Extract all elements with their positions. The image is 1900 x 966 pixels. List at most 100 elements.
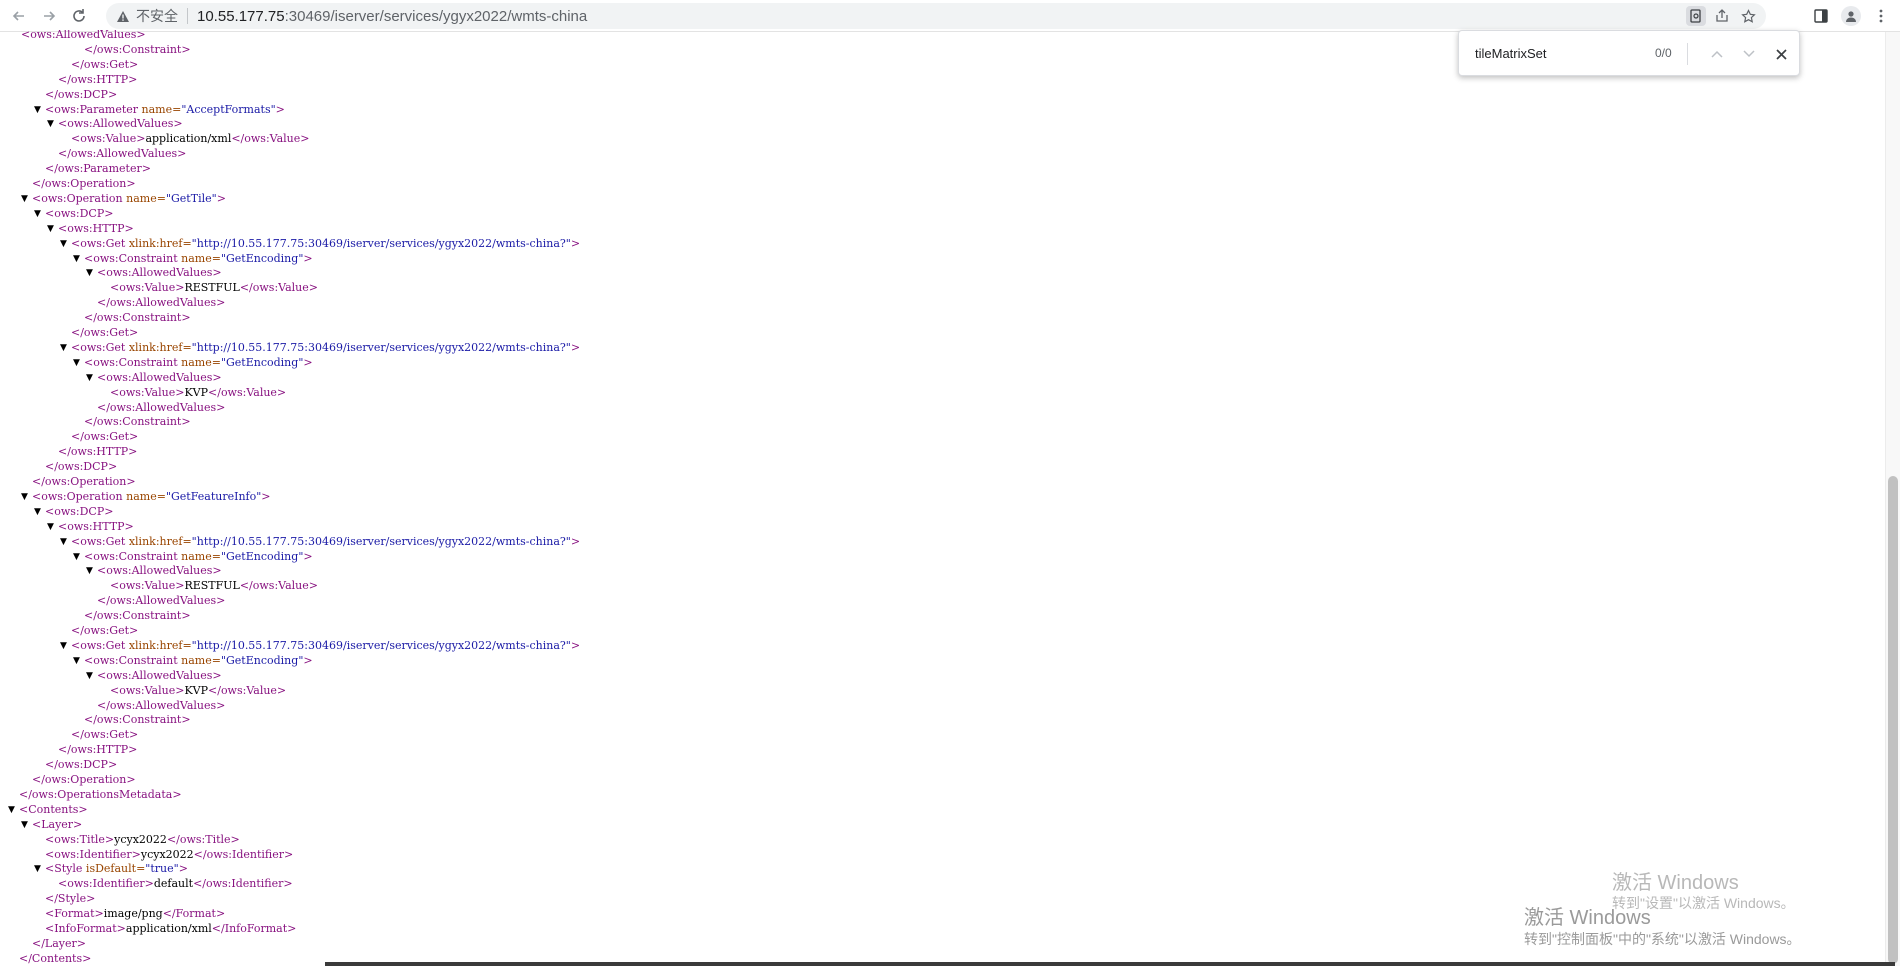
collapse-toggle-icon[interactable]: ▼ bbox=[21, 490, 28, 505]
xml-token: </ows:HTTP> bbox=[58, 445, 138, 459]
collapse-toggle-icon[interactable]: ▼ bbox=[34, 505, 41, 520]
xml-line: <ows:Constraint name="GetEncoding"> bbox=[84, 252, 313, 267]
watermark-title-1: 激活 Windows bbox=[1612, 872, 1739, 894]
collapse-toggle-icon[interactable]: ▼ bbox=[86, 669, 93, 684]
xml-line: <ows:Get xlink:href="http://10.55.177.75… bbox=[71, 341, 580, 356]
browser-toolbar: 不安全 10.55.177.75:30469/iserver/services/… bbox=[0, 0, 1900, 32]
collapse-toggle-icon[interactable]: ▼ bbox=[86, 266, 93, 281]
xml-line: <ows:Operation name="GetTile"> bbox=[32, 192, 226, 207]
xml-token: </ows:Title> bbox=[166, 832, 240, 846]
collapse-toggle-icon[interactable]: ▼ bbox=[86, 564, 93, 579]
xml-line: <ows:HTTP> bbox=[58, 222, 134, 237]
collapse-toggle-icon[interactable]: ▼ bbox=[73, 356, 80, 371]
xml-line: </ows:Get> bbox=[71, 624, 138, 639]
xml-line: <ows:Value>application/xml</ows:Value> bbox=[71, 132, 309, 147]
xml-token: > bbox=[275, 102, 285, 116]
xml-document-tree: <ows:AllowedValues> </ows:Constraint> </ow… bbox=[0, 30, 1880, 966]
address-bar[interactable]: 不安全 10.55.177.75:30469/iserver/services/… bbox=[106, 3, 1766, 29]
url-host: 10.55.177.75 bbox=[197, 7, 285, 25]
xml-line: </ows:Get> bbox=[71, 430, 138, 445]
collapse-toggle-icon[interactable]: ▼ bbox=[47, 117, 54, 132]
xml-line: <ows:Constraint name="GetEncoding"> bbox=[84, 356, 313, 371]
collapse-toggle-icon[interactable]: ▼ bbox=[21, 818, 28, 833]
xml-line: </ows:Operation> bbox=[32, 475, 136, 490]
xml-token: > bbox=[570, 534, 581, 548]
xml-line: </ows:Parameter> bbox=[45, 162, 151, 177]
xml-token: <ows:AllowedValues> bbox=[58, 117, 183, 131]
find-input[interactable]: tileMatrixSet bbox=[1475, 46, 1635, 61]
scrollbar-thumb[interactable] bbox=[1888, 476, 1898, 964]
forward-button[interactable] bbox=[38, 5, 60, 27]
xml-token: > bbox=[261, 489, 271, 503]
collapse-toggle-icon[interactable]: ▼ bbox=[47, 520, 54, 535]
xml-line: </ows:Constraint> bbox=[84, 415, 191, 430]
profile-avatar[interactable] bbox=[1840, 5, 1862, 27]
xml-line: <ows:DCP> bbox=[45, 505, 113, 520]
bookmark-star-icon[interactable] bbox=[1738, 6, 1758, 26]
xml-token: name= bbox=[181, 549, 221, 563]
collapse-toggle-icon[interactable]: ▼ bbox=[60, 639, 67, 654]
xml-token: <ows:DCP> bbox=[45, 206, 114, 220]
xml-token: <ows:Constraint bbox=[84, 549, 182, 563]
xml-token: <ows:Constraint bbox=[84, 355, 182, 369]
xml-line: </ows:HTTP> bbox=[58, 445, 137, 460]
share-icon[interactable] bbox=[1712, 6, 1732, 26]
xml-line: <ows:Get xlink:href="http://10.55.177.75… bbox=[71, 237, 580, 252]
xml-line: </ows:Get> bbox=[71, 58, 138, 73]
xml-token: "GetEncoding" bbox=[220, 549, 304, 563]
xml-token: </ows:Identifier> bbox=[193, 847, 294, 861]
collapse-toggle-icon[interactable]: ▼ bbox=[34, 207, 41, 222]
xml-line: <ows:AllowedValues> bbox=[97, 564, 222, 579]
find-close-button[interactable] bbox=[1771, 44, 1791, 64]
xml-token: ycyx2022 bbox=[140, 847, 194, 861]
back-button[interactable] bbox=[8, 5, 30, 27]
xml-token: name= bbox=[126, 191, 166, 205]
collapse-toggle-icon[interactable]: ▼ bbox=[60, 341, 67, 356]
find-in-page-icon[interactable] bbox=[1686, 6, 1706, 26]
collapse-toggle-icon[interactable]: ▼ bbox=[34, 103, 41, 118]
xml-token: <ows:HTTP> bbox=[58, 221, 134, 235]
xml-token: </ows:Constraint> bbox=[84, 42, 191, 56]
find-previous-button[interactable] bbox=[1707, 44, 1727, 64]
collapse-toggle-icon[interactable]: ▼ bbox=[60, 535, 67, 550]
avatar-icon bbox=[1841, 6, 1861, 26]
xml-line: </Style> bbox=[45, 892, 95, 907]
xml-line: <ows:Constraint name="GetEncoding"> bbox=[84, 654, 313, 669]
xml-line: </Layer> bbox=[32, 937, 86, 952]
xml-token: </ows:Operation> bbox=[32, 475, 136, 488]
horizontal-scrollbar[interactable] bbox=[325, 962, 1895, 966]
menu-kebab-icon[interactable] bbox=[1870, 5, 1892, 27]
forward-arrow-icon bbox=[44, 10, 56, 21]
collapse-toggle-icon[interactable]: ▼ bbox=[34, 862, 41, 877]
xml-token: </ows:AllowedValues> bbox=[97, 594, 226, 608]
url-text[interactable]: 10.55.177.75:30469/iserver/services/ygyx… bbox=[197, 8, 587, 25]
xml-line: <ows:Title>ycyx2022</ows:Title> bbox=[45, 833, 240, 848]
xml-line: <ows:Value>KVP</ows:Value> bbox=[110, 684, 286, 699]
find-next-button[interactable] bbox=[1739, 44, 1759, 64]
find-match-count: 0/0 bbox=[1655, 46, 1672, 60]
collapse-toggle-icon[interactable]: ▼ bbox=[47, 222, 54, 237]
collapse-toggle-icon[interactable]: ▼ bbox=[21, 192, 28, 207]
xml-line: <ows:AllowedValues> bbox=[97, 371, 222, 386]
xml-line: <ows:AllowedValues> bbox=[97, 669, 222, 684]
xml-line: </ows:AllowedValues> bbox=[97, 401, 225, 416]
collapse-toggle-icon[interactable]: ▼ bbox=[86, 371, 93, 386]
reload-button[interactable] bbox=[68, 5, 90, 27]
xml-token: </ows:Value> bbox=[239, 579, 318, 593]
xml-line: <ows:AllowedValues> bbox=[97, 266, 222, 281]
collapse-toggle-icon[interactable]: ▼ bbox=[8, 803, 15, 818]
side-panel-icon[interactable] bbox=[1810, 5, 1832, 27]
collapse-toggle-icon[interactable]: ▼ bbox=[73, 550, 80, 565]
xml-token: <ows:AllowedValues> bbox=[0, 30, 146, 41]
xml-token: > bbox=[303, 251, 313, 265]
xml-token: </Layer> bbox=[32, 936, 86, 950]
address-separator bbox=[187, 8, 188, 24]
collapse-toggle-icon[interactable]: ▼ bbox=[73, 252, 80, 267]
xml-token: <ows:DCP> bbox=[45, 504, 114, 518]
xml-token: xlink:href= bbox=[128, 236, 192, 250]
warning-icon[interactable] bbox=[116, 9, 130, 23]
xml-token: > bbox=[570, 236, 581, 250]
collapse-toggle-icon[interactable]: ▼ bbox=[73, 654, 80, 669]
xml-token: name= bbox=[181, 355, 221, 369]
collapse-toggle-icon[interactable]: ▼ bbox=[60, 237, 67, 252]
